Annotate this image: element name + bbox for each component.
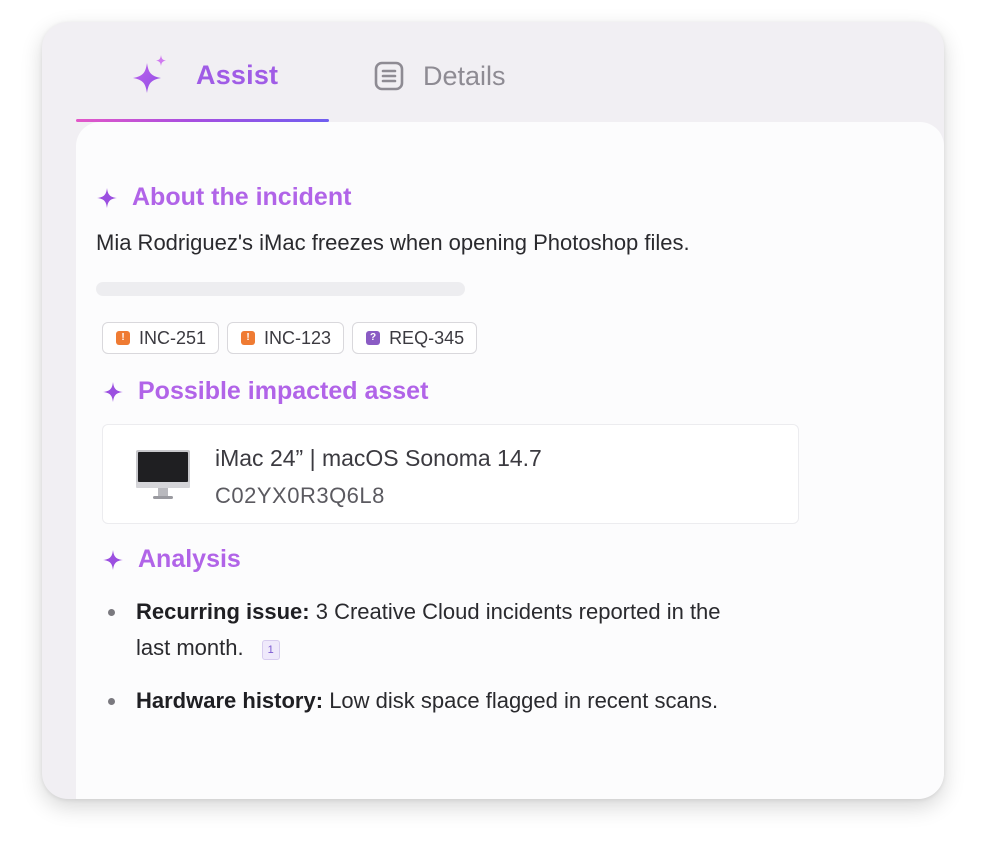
assist-content: About the incident Mia Rodriguez's iMac …: [76, 122, 944, 799]
question-icon: ?: [366, 331, 381, 345]
list-item: Recurring issue: 3 Creative Cloud incide…: [102, 594, 742, 666]
list-document-icon: [374, 61, 404, 91]
section-title: Possible impacted asset: [138, 377, 429, 405]
incident-summary: Mia Rodriguez's iMac freezes when openin…: [96, 230, 690, 255]
section-header-analysis: Analysis: [102, 545, 241, 574]
sparkle-icon: [103, 381, 123, 402]
ticket-id: REQ-345: [389, 327, 465, 348]
related-tickets: ! INC-251 ! INC-123 ? REQ-345: [102, 322, 478, 354]
bullet-icon: [108, 698, 115, 705]
loading-placeholder-bar: [96, 282, 465, 296]
ticket-chip[interactable]: ! INC-123: [227, 322, 345, 354]
tab-details[interactable]: Details: [372, 22, 592, 122]
citation-badge[interactable]: 1: [261, 640, 280, 660]
analysis-item-text: Low disk space flagged in recent scans.: [329, 688, 719, 713]
asset-card[interactable]: iMac 24” | macOS Sonoma 14.7 C02YX0R3Q6L…: [102, 424, 799, 524]
assist-panel: Assist Details About the incident Mia Ro…: [42, 22, 944, 799]
ticket-chip[interactable]: ! INC-251: [102, 322, 220, 354]
ticket-id: INC-123: [264, 327, 332, 348]
alert-icon: !: [116, 331, 130, 345]
sparkle-icon: [103, 549, 123, 570]
sparkle-icon: [133, 55, 166, 93]
analysis-list: Recurring issue: 3 Creative Cloud incide…: [102, 594, 742, 736]
sparkle-icon: [97, 187, 117, 208]
tab-assist[interactable]: Assist: [76, 22, 329, 122]
section-header-about: About the incident: [96, 183, 351, 212]
section-title: Analysis: [138, 545, 241, 573]
section-title: About the incident: [132, 183, 352, 211]
bullet-icon: [108, 609, 115, 616]
asset-name: iMac 24” | macOS Sonoma 14.7: [215, 445, 542, 471]
analysis-item-label: Recurring issue:: [136, 599, 310, 624]
asset-serial-number: C02YX0R3Q6L8: [215, 483, 385, 508]
tab-assist-label: Assist: [196, 60, 279, 90]
section-header-asset: Possible impacted asset: [102, 377, 428, 406]
tab-details-label: Details: [423, 61, 506, 91]
ticket-id: INC-251: [139, 327, 207, 348]
alert-icon: !: [241, 331, 256, 345]
analysis-item-label: Hardware history:: [136, 688, 324, 713]
ticket-chip[interactable]: ? REQ-345: [352, 322, 478, 354]
list-item: Hardware history: Low disk space flagged…: [102, 683, 742, 719]
imac-icon: [136, 450, 190, 499]
